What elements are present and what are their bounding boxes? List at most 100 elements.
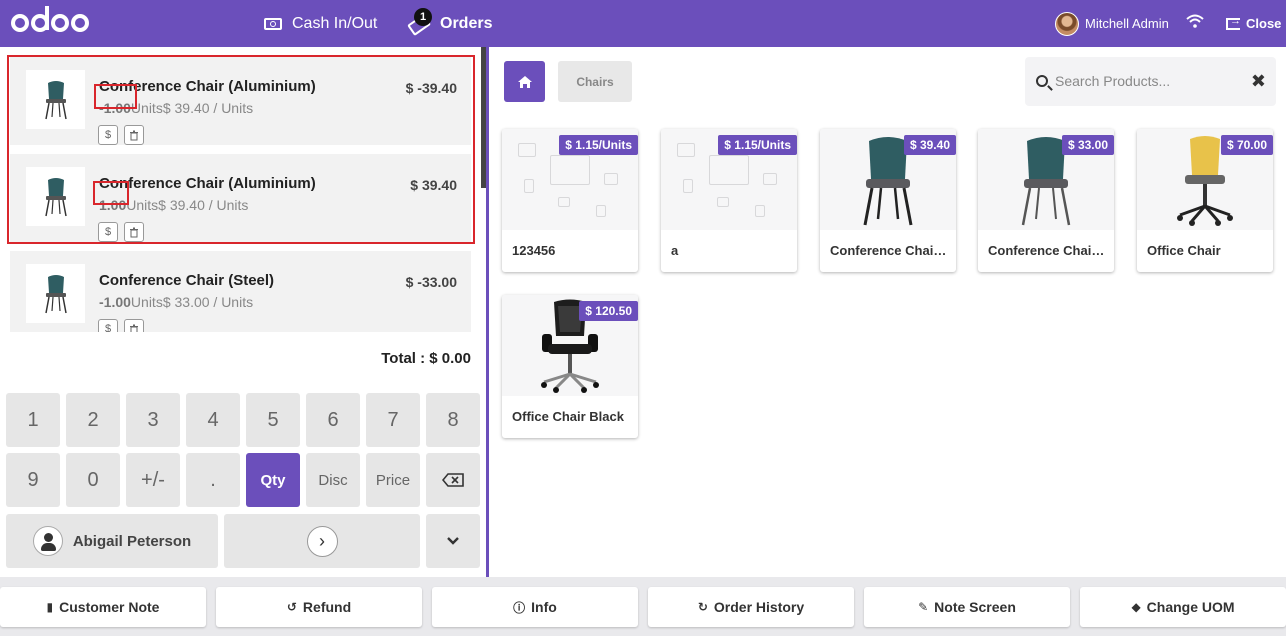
product-card[interactable]: $ 120.50 Office Chair Black <box>502 295 638 438</box>
chair-icon <box>44 274 67 313</box>
product-thumbnail <box>26 264 85 323</box>
numpad-key-4[interactable]: 4 <box>186 393 240 447</box>
product-screen: Chairs ✖ $ 1.15/Units 123456 <box>489 47 1286 577</box>
product-price-tag: $ 1.15/Units <box>718 135 797 155</box>
product-card[interactable]: $ 1.15/Units a <box>661 129 797 272</box>
payment-button[interactable]: › <box>224 514 420 568</box>
orders-count-badge: 1 <box>414 8 432 26</box>
search-icon <box>1036 75 1048 87</box>
product-name: 123456 <box>512 243 556 258</box>
change-uom-label: Change UOM <box>1146 599 1235 615</box>
mode-qty-button[interactable]: Qty <box>246 453 300 507</box>
order-history-button[interactable]: ↻ Order History <box>648 587 854 627</box>
product-price-tag: $ 39.40 <box>903 135 956 155</box>
history-icon: ↻ <box>697 600 708 614</box>
price-override-button[interactable]: $ <box>98 319 118 332</box>
order-panel: Conference Chair (Aluminium) -1.00Units$… <box>0 47 486 577</box>
sticky-note-icon: ▮ <box>46 600 54 614</box>
product-card[interactable]: $ 33.00 Conference Chair... <box>978 129 1114 272</box>
order-line[interactable]: Conference Chair (Steel) -1.00Units$ 33.… <box>10 251 471 332</box>
order-history-label: Order History <box>713 599 805 615</box>
close-button[interactable]: Close <box>1226 0 1281 47</box>
product-name: a <box>671 243 679 258</box>
product-name: Conference Chair... <box>988 243 1106 258</box>
note-screen-button[interactable]: ✎ Note Screen <box>864 587 1070 627</box>
category-chairs[interactable]: Chairs <box>558 61 632 102</box>
search-bar: ✖ <box>1025 57 1276 106</box>
orders-label: Orders <box>440 14 493 32</box>
mode-disc-button[interactable]: Disc <box>306 453 360 507</box>
edit-icon: ✎ <box>918 600 929 614</box>
order-lines-list: Conference Chair (Aluminium) -1.00Units$… <box>0 47 486 332</box>
top-navbar: Cash In/Out Orders 1 Mitchell Admin Clos… <box>0 0 1286 47</box>
line-unit-price: Units$ 33.00 / Units <box>130 294 254 310</box>
refund-label: Refund <box>302 599 352 615</box>
product-price-tag: $ 120.50 <box>579 301 638 321</box>
set-customer-button[interactable]: Abigail Peterson <box>6 514 218 568</box>
numpad-key-7[interactable]: 7 <box>366 393 420 447</box>
chevron-right-icon: › <box>306 525 338 557</box>
sign-out-icon <box>1226 15 1241 30</box>
customer-note-label: Customer Note <box>59 599 160 615</box>
clear-search-icon[interactable]: ✖ <box>1251 71 1266 92</box>
numpad-key-decimal[interactable]: . <box>186 453 240 507</box>
numpad-key-9[interactable]: 9 <box>6 453 60 507</box>
cash-in-out-button[interactable]: Cash In/Out <box>264 0 377 47</box>
qty-highlight-box <box>94 84 137 109</box>
numpad-key-6[interactable]: 6 <box>306 393 360 447</box>
user-icon <box>32 526 63 556</box>
highlight-box <box>7 55 475 244</box>
line-quantity-info: -1.00Units$ 33.00 / Units <box>99 294 253 310</box>
close-label: Close <box>1246 16 1282 31</box>
home-icon <box>517 75 532 88</box>
product-card[interactable]: $ 1.15/Units 123456 <box>502 129 638 272</box>
numpad-key-5[interactable]: 5 <box>246 393 300 447</box>
product-price-tag: $ 1.15/Units <box>559 135 638 155</box>
wifi-icon <box>1186 14 1204 28</box>
product-price-tag: $ 33.00 <box>1061 135 1114 155</box>
info-button[interactable]: ⓘ Info <box>432 587 638 627</box>
chevron-down-icon <box>447 537 459 545</box>
mode-price-button[interactable]: Price <box>366 453 420 507</box>
product-card[interactable]: $ 39.40 Conference Chair... <box>820 129 956 272</box>
line-qty: -1.00 <box>99 294 131 310</box>
user-name: Mitchell Admin <box>1085 16 1169 31</box>
control-buttons-bar: ▮ Customer Note ↺ Refund ⓘ Info ↻ Order … <box>0 577 1286 636</box>
search-input[interactable] <box>1055 70 1245 92</box>
backspace-button[interactable] <box>426 453 480 507</box>
odoo-logo <box>11 6 89 38</box>
change-uom-button[interactable]: ◆ Change UOM <box>1080 587 1286 627</box>
qty-highlight-box <box>93 181 129 205</box>
money-icon <box>264 17 282 30</box>
info-label: Info <box>531 599 557 615</box>
product-price-tag: $ 70.00 <box>1220 135 1273 155</box>
numpad-key-2[interactable]: 2 <box>66 393 120 447</box>
user-avatar <box>1055 11 1079 36</box>
numpad-key-3[interactable]: 3 <box>126 393 180 447</box>
refund-button[interactable]: ↺ Refund <box>216 587 422 627</box>
product-name: Office Chair <box>1147 243 1221 258</box>
tag-icon: ◆ <box>1131 600 1141 614</box>
product-name: Conference Chair... <box>830 243 948 258</box>
numpad-key-8[interactable]: 8 <box>426 393 480 447</box>
numpad-key-1[interactable]: 1 <box>6 393 60 447</box>
backspace-icon <box>442 473 464 487</box>
line-subtotal: $ -33.00 <box>405 274 457 290</box>
cash-in-out-label: Cash In/Out <box>292 14 378 32</box>
more-actions-button[interactable] <box>426 514 480 568</box>
product-name: Office Chair Black <box>512 409 624 424</box>
line-product-name: Conference Chair (Steel) <box>99 272 275 289</box>
info-icon: ⓘ <box>513 600 526 615</box>
numpad-key-plus-minus[interactable]: +/- <box>126 453 180 507</box>
customer-note-button[interactable]: ▮ Customer Note <box>0 587 206 627</box>
user-menu[interactable]: Mitchell Admin <box>1055 11 1169 36</box>
product-card[interactable]: $ 70.00 Office Chair <box>1137 129 1273 272</box>
customer-name: Abigail Peterson <box>72 532 192 550</box>
trash-icon <box>130 324 138 332</box>
numpad-key-0[interactable]: 0 <box>66 453 120 507</box>
order-total: Total : $ 0.00 <box>381 350 471 367</box>
note-screen-label: Note Screen <box>934 599 1016 615</box>
home-category-button[interactable] <box>504 61 545 102</box>
delete-line-button[interactable] <box>124 319 144 332</box>
undo-icon: ↺ <box>286 600 297 614</box>
